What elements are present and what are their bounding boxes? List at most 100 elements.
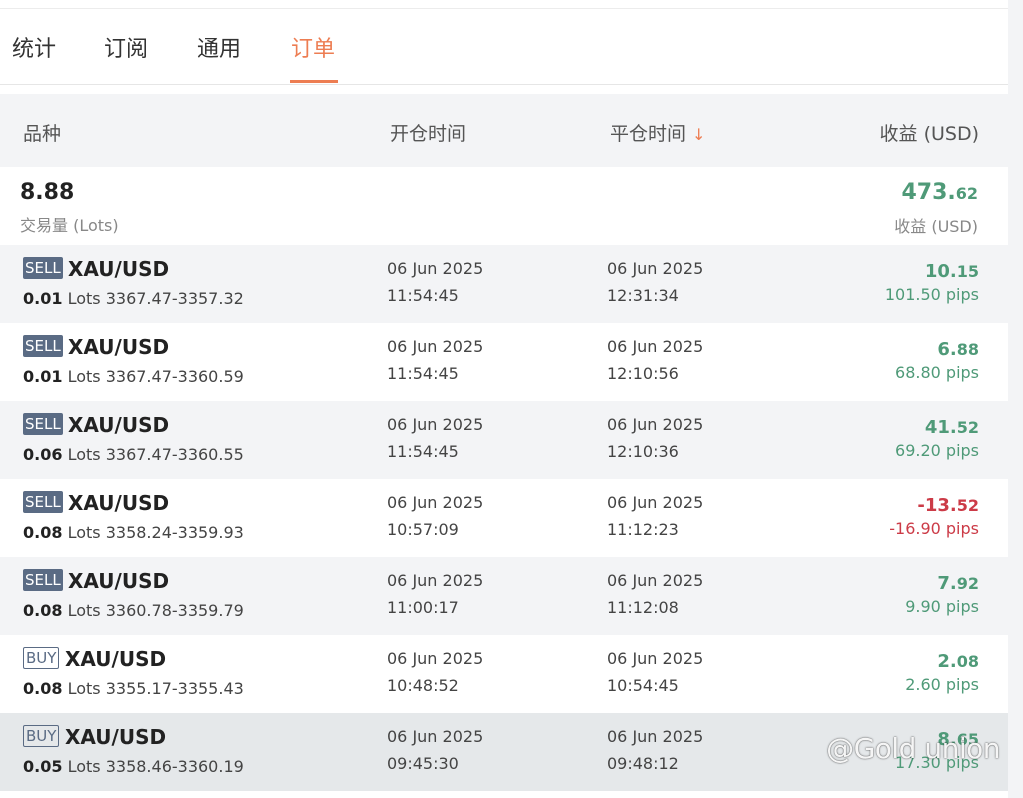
close-time: 11:12:23 [607,520,679,539]
tab-orders[interactable]: 订单 [291,31,335,63]
open-time: 11:54:45 [387,286,459,305]
column-open-time[interactable]: 开仓时间 [390,119,466,146]
order-lots-unit: Lots [67,289,101,308]
close-time: 12:31:34 [607,286,679,305]
order-profit-dec: 15 [956,262,979,281]
order-profit-dec: 52 [956,496,979,515]
sell-badge: SELL [23,257,63,279]
order-row[interactable]: SELL XAU/USD 0.08 Lots 3358.24-3359.93 06 J… [0,479,1008,557]
order-price-range: 3355.17-3355.43 [105,679,244,698]
order-profit-dec: 52 [956,418,979,437]
order-lots-line: 0.08 Lots 3360.78-3359.79 [23,601,244,620]
order-profit: 6.88 [937,339,979,360]
order-row[interactable]: SELL XAU/USD 0.01 Lots 3367.47-3357.32 06 J… [0,245,1008,323]
order-symbol: XAU/USD [68,491,170,515]
order-pips: 69.20 pips [895,441,979,460]
order-symbol: XAU/USD [68,257,170,281]
tab-general[interactable]: 通用 [197,31,241,63]
buy-badge: BUY [23,647,60,669]
order-row[interactable]: SELL XAU/USD 0.01 Lots 3367.47-3360.59 06 J… [0,323,1008,401]
order-profit-int: 41. [924,417,957,438]
order-profit: 10.15 [925,261,979,282]
active-tab-indicator [290,80,338,83]
order-profit-int: 2. [937,651,957,672]
order-lots-unit: Lots [67,757,101,776]
total-profit-dec: 62 [955,184,978,203]
watermark: @Gold union [826,732,1000,765]
order-lots-unit: Lots [67,679,101,698]
order-lots: 0.06 [23,445,63,464]
close-time: 12:10:36 [607,442,679,461]
order-profit: -13.52 [917,495,979,516]
close-date: 06 Jun 2025 [607,493,704,512]
sell-badge: SELL [23,491,63,513]
order-row[interactable]: BUY XAU/USD 0.08 Lots 3355.17-3355.43 06 Ju… [0,635,1008,713]
total-profit-int: 473. [901,180,956,205]
order-lots-line: 0.08 Lots 3358.24-3359.93 [23,523,244,542]
column-symbol[interactable]: 品种 [23,119,61,146]
order-profit: 41.52 [925,417,979,438]
order-lots: 0.01 [23,289,63,308]
tab-statistics[interactable]: 统计 [12,31,56,63]
order-lots-unit: Lots [67,445,101,464]
order-profit-dec: 08 [956,652,979,671]
close-time: 11:12:08 [607,598,679,617]
order-row[interactable]: SELL XAU/USD 0.08 Lots 3360.78-3359.79 06 J… [0,557,1008,635]
order-symbol: XAU/USD [68,335,170,359]
sell-badge: SELL [23,569,63,591]
open-date: 06 Jun 2025 [387,649,484,668]
close-date: 06 Jun 2025 [607,415,704,434]
total-profit-label: 收益 (USD) [894,217,978,236]
order-profit-dec: 92 [956,574,979,593]
order-price-range: 3360.78-3359.79 [105,601,244,620]
open-date: 06 Jun 2025 [387,493,484,512]
open-time: 11:54:45 [387,364,459,383]
order-price-range: 3367.47-3357.32 [105,289,244,308]
close-date: 06 Jun 2025 [607,337,704,356]
order-pips: 2.60 pips [905,675,979,694]
tab-subscription[interactable]: 订阅 [104,31,148,63]
open-date: 06 Jun 2025 [387,727,484,746]
order-symbol: XAU/USD [65,647,167,671]
order-lots-unit: Lots [67,601,101,620]
column-close-time[interactable]: 平仓时间 ↓ [610,119,705,146]
column-profit[interactable]: 收益 (USD) [880,119,979,146]
order-lots-line: 0.06 Lots 3367.47-3360.55 [23,445,244,464]
order-pips: 101.50 pips [884,285,979,304]
order-row[interactable]: SELL XAU/USD 0.06 Lots 3367.47-3360.55 06 J… [0,401,1008,479]
column-close-time-label: 平仓时间 [610,123,687,145]
order-lots-line: 0.05 Lots 3358.46-3360.19 [23,757,244,776]
order-profit-int: 10. [924,261,957,282]
order-lots: 0.08 [23,601,63,620]
close-time: 10:54:45 [607,676,679,695]
order-symbol: XAU/USD [68,413,170,437]
order-symbol: XAU/USD [65,725,167,749]
buy-badge: BUY [23,725,60,747]
order-profit-dec: 88 [956,340,979,359]
open-time: 11:54:45 [387,442,459,461]
open-date: 06 Jun 2025 [387,415,484,434]
total-profit: 473.62 [901,180,978,205]
order-price-range: 3358.46-3360.19 [105,757,244,776]
close-date: 06 Jun 2025 [607,571,704,590]
open-time: 09:45:30 [387,754,459,773]
order-price-range: 3367.47-3360.59 [105,367,244,386]
right-gutter [1008,0,1023,798]
sort-desc-icon: ↓ [692,125,706,144]
order-pips: 68.80 pips [895,363,979,382]
close-date: 06 Jun 2025 [607,649,704,668]
order-lots-line: 0.08 Lots 3355.17-3355.43 [23,679,244,698]
open-date: 06 Jun 2025 [387,259,484,278]
order-lots-unit: Lots [67,523,101,542]
order-profit-int: 7. [937,573,957,594]
order-profit: 7.92 [937,573,979,594]
order-price-range: 3358.24-3359.93 [105,523,244,542]
total-lots: 8.88 [20,180,75,205]
order-lots: 0.05 [23,757,63,776]
order-profit: 2.08 [937,651,979,672]
sell-badge: SELL [23,335,63,357]
order-pips: -16.90 pips [889,519,979,538]
table-header: 品种 开仓时间 平仓时间 ↓ 收益 (USD) [0,94,1008,167]
order-lots-line: 0.01 Lots 3367.47-3357.32 [23,289,244,308]
open-date: 06 Jun 2025 [387,571,484,590]
